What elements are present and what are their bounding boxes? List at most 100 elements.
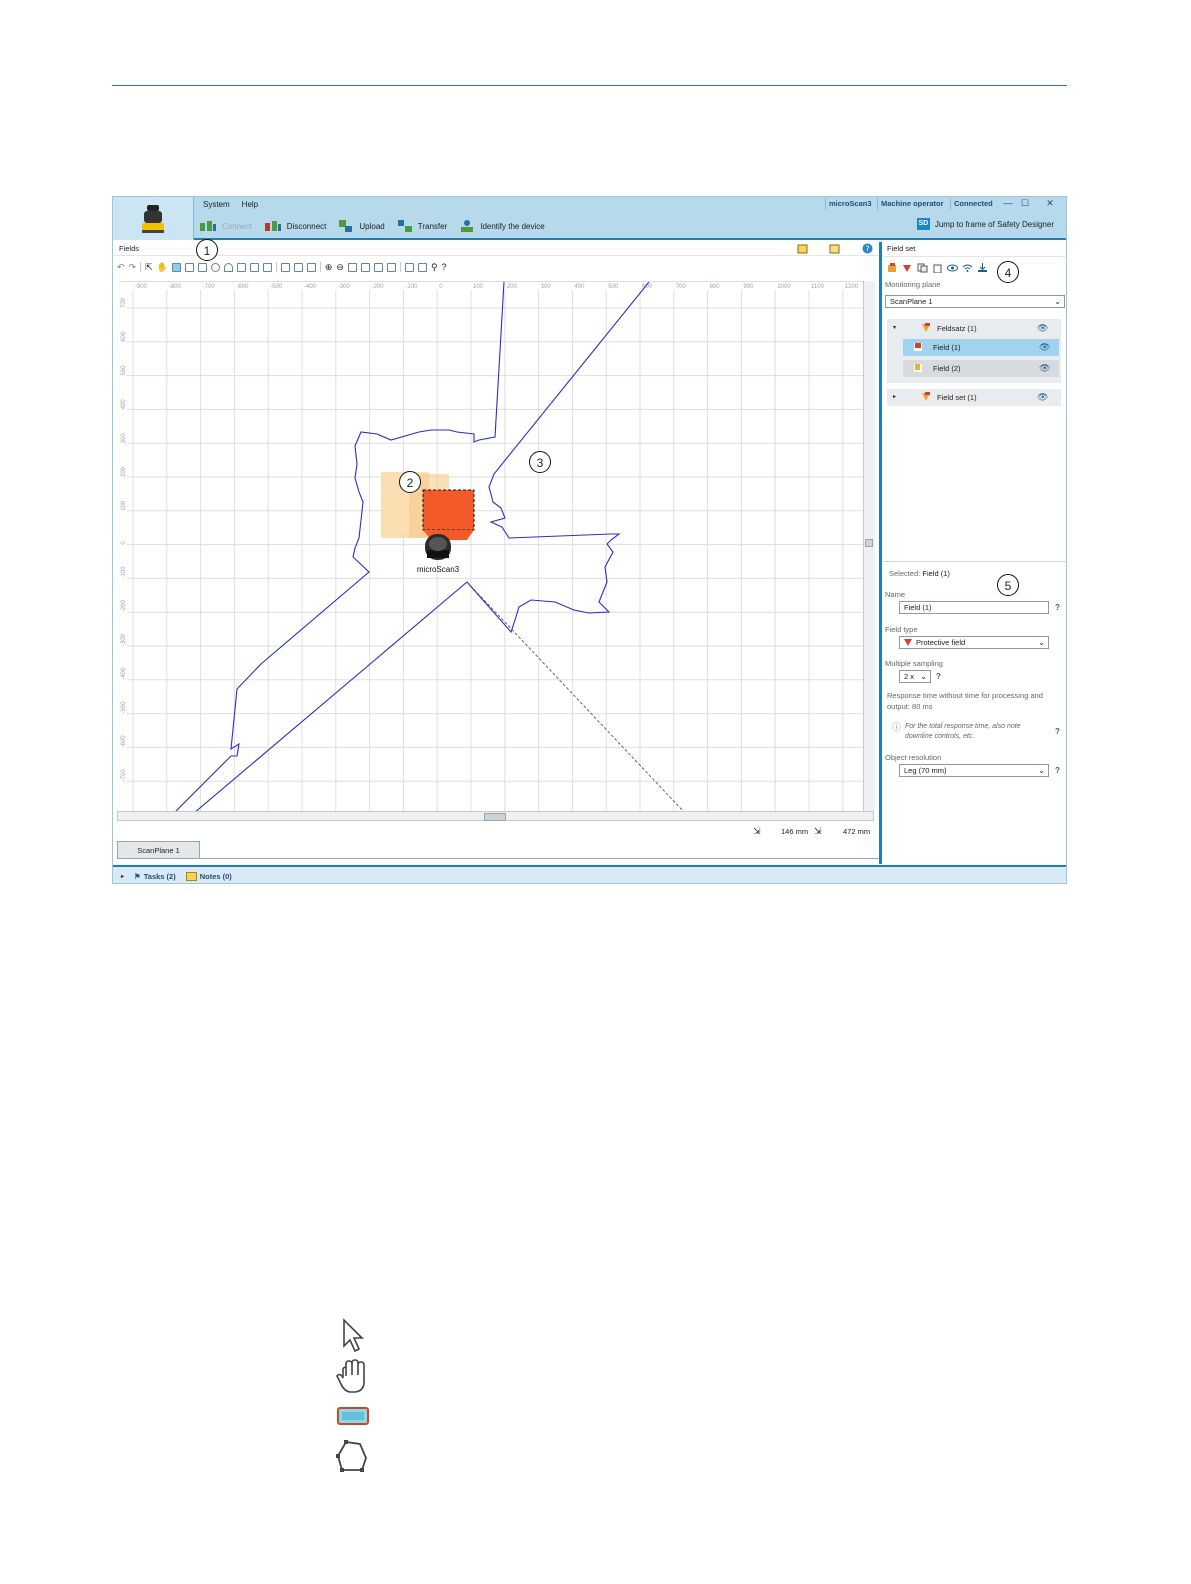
tree-item-field-2[interactable]: Field (2) 👁: [903, 360, 1059, 377]
grid-icon[interactable]: [417, 262, 427, 272]
rectangle-tool-icon[interactable]: [197, 262, 207, 272]
multiple-sampling-help-icon[interactable]: ?: [936, 672, 944, 681]
wifi-signal-icon[interactable]: [962, 263, 973, 273]
tasks-link[interactable]: ⚑ Tasks (2): [134, 872, 176, 881]
notes-view-icon[interactable]: [829, 244, 840, 254]
view-icon[interactable]: [373, 262, 383, 272]
circle-tool-icon[interactable]: [210, 262, 220, 272]
dynamic-field-tool-icon[interactable]: [236, 262, 246, 272]
add-field-set-icon[interactable]: [887, 263, 898, 273]
connect-button[interactable]: Connect: [199, 219, 252, 233]
expand-triangle-icon[interactable]: ▸: [121, 873, 124, 880]
horizontal-scrollbar[interactable]: [117, 811, 874, 821]
background-image-icon[interactable]: [404, 262, 414, 272]
fill-icon[interactable]: [306, 262, 316, 272]
view-settings-icon[interactable]: [386, 262, 396, 272]
toolbar-help-icon[interactable]: ?: [442, 262, 447, 272]
delete-field-icon[interactable]: [932, 263, 943, 273]
field-editor-canvas[interactable]: -900 -800 -700 -600 -500 -400 -300 -200 -100 0 100…: [119, 281, 875, 814]
note-help-icon[interactable]: ?: [1055, 727, 1063, 736]
object-resolution-select[interactable]: Leg (70 mm) ⌄: [899, 764, 1049, 777]
microscan3-device-icon[interactable]: [425, 534, 451, 560]
object-resolution-label: Object resolution: [885, 753, 942, 762]
disconnect-label: Disconnect: [286, 221, 327, 231]
tree-item-field-1[interactable]: Field (1) 👁: [903, 339, 1059, 356]
circle-segment-tool-icon[interactable]: [223, 262, 233, 272]
device-logo: [113, 197, 194, 240]
selected-value: Field (1): [922, 569, 950, 578]
arrange-icon[interactable]: [293, 262, 303, 272]
delete-icon[interactable]: [262, 262, 272, 272]
cursor-angle-icon: ⇲: [814, 826, 822, 836]
object-resolution-help-icon[interactable]: ?: [1055, 766, 1063, 775]
header-rule: [112, 85, 1067, 86]
pen-tool-icon[interactable]: [249, 262, 259, 272]
polygon-tool-icon[interactable]: [184, 262, 194, 272]
tree-item-field-set-1[interactable]: ▸ Field set (1) 👁: [887, 389, 1061, 406]
settings-wrench-icon[interactable]: ⚲: [431, 262, 438, 273]
maximize-button[interactable]: ☐: [1018, 198, 1032, 210]
transfer-button[interactable]: Transfer: [397, 219, 447, 233]
undo-icon[interactable]: ↶: [117, 262, 125, 273]
vertical-scrollbar[interactable]: [863, 281, 875, 811]
field-editor-drawing[interactable]: -900 -800 -700 -600 -500 -400 -300 -200 -100 0 100…: [119, 281, 875, 814]
chevron-down-icon: ⌄: [1038, 638, 1045, 647]
measure-distance-2: 472 mm: [843, 827, 871, 836]
import-icon[interactable]: [977, 263, 988, 273]
monitoring-plane-select[interactable]: ScanPlane 1 ⌄: [885, 295, 1065, 308]
name-input[interactable]: Field (1): [899, 601, 1049, 614]
show-eye-icon[interactable]: [947, 263, 958, 273]
connection-status: Connected: [950, 198, 996, 210]
x-tick-label: 400: [574, 284, 585, 290]
add-field-icon[interactable]: [902, 263, 913, 273]
visibility-eye-icon[interactable]: 👁: [1037, 320, 1048, 337]
collapsed-triangle-icon[interactable]: ▸: [893, 389, 896, 406]
vertical-scroll-thumb[interactable]: [865, 539, 873, 547]
align-icon[interactable]: [280, 262, 290, 272]
edit-field-tool-icon[interactable]: [171, 262, 181, 272]
chevron-down-icon: ⌄: [1038, 766, 1045, 775]
visibility-eye-icon[interactable]: 👁: [1039, 339, 1050, 356]
visibility-eye-icon[interactable]: 👁: [1037, 389, 1048, 406]
identify-device-button[interactable]: Identify the device: [459, 219, 545, 233]
menu-system[interactable]: System: [203, 200, 230, 209]
horizontal-scroll-thumb[interactable]: [484, 813, 506, 821]
zoom-in-icon[interactable]: ⊕: [325, 262, 333, 273]
zoom-region-icon[interactable]: [360, 262, 370, 272]
identify-device-label: Identify the device: [480, 221, 545, 231]
pane-splitter[interactable]: [879, 242, 882, 864]
tree-item-label: Feldsatz (1): [937, 324, 977, 333]
protective-field-area[interactable]: [422, 489, 475, 531]
user-level-status[interactable]: Machine operator: [877, 198, 947, 210]
visibility-eye-icon[interactable]: 👁: [1039, 360, 1050, 377]
field-type-select[interactable]: Protective field ⌄: [899, 636, 1049, 649]
zoom-out-icon[interactable]: ⊖: [336, 262, 344, 273]
zoom-fit-icon[interactable]: [347, 262, 357, 272]
help-icon[interactable]: ?: [862, 243, 873, 254]
name-help-icon[interactable]: ?: [1055, 603, 1063, 612]
measure-distance-1: 146 mm: [781, 827, 809, 836]
upload-button[interactable]: Upload: [338, 219, 385, 233]
device-label: microScan3: [417, 565, 460, 574]
expanded-triangle-icon[interactable]: ▾: [893, 320, 896, 337]
y-tick-label: -400: [121, 667, 127, 680]
redo-icon[interactable]: ↷: [129, 262, 137, 273]
pan-hand-icon[interactable]: ✋: [157, 262, 168, 273]
disconnect-button[interactable]: Disconnect: [264, 219, 327, 233]
copy-icon[interactable]: [917, 263, 928, 273]
select-pointer-icon[interactable]: ⇱: [145, 262, 153, 273]
tree-item-feldsatz[interactable]: ▾ Feldsatz (1) 👁: [887, 320, 1061, 337]
minimize-button[interactable]: —: [1001, 198, 1015, 210]
jump-to-safety-designer-button[interactable]: SD Jump to frame of Safety Designer: [916, 218, 1054, 230]
tab-scanplane-1[interactable]: ScanPlane 1: [117, 841, 200, 859]
x-tick-label: 100: [473, 284, 484, 290]
note-icon: [185, 871, 197, 881]
menu-help[interactable]: Help: [242, 200, 258, 209]
notes-link[interactable]: Notes (0): [185, 871, 232, 881]
connect-label: Connect: [222, 221, 252, 231]
toolbar-separator: [399, 262, 401, 272]
multiple-sampling-select[interactable]: 2 x ⌄: [899, 670, 931, 683]
tasks-view-icon[interactable]: [797, 244, 808, 254]
close-button[interactable]: ✕: [1043, 198, 1057, 210]
callout-2: 2: [399, 471, 421, 493]
